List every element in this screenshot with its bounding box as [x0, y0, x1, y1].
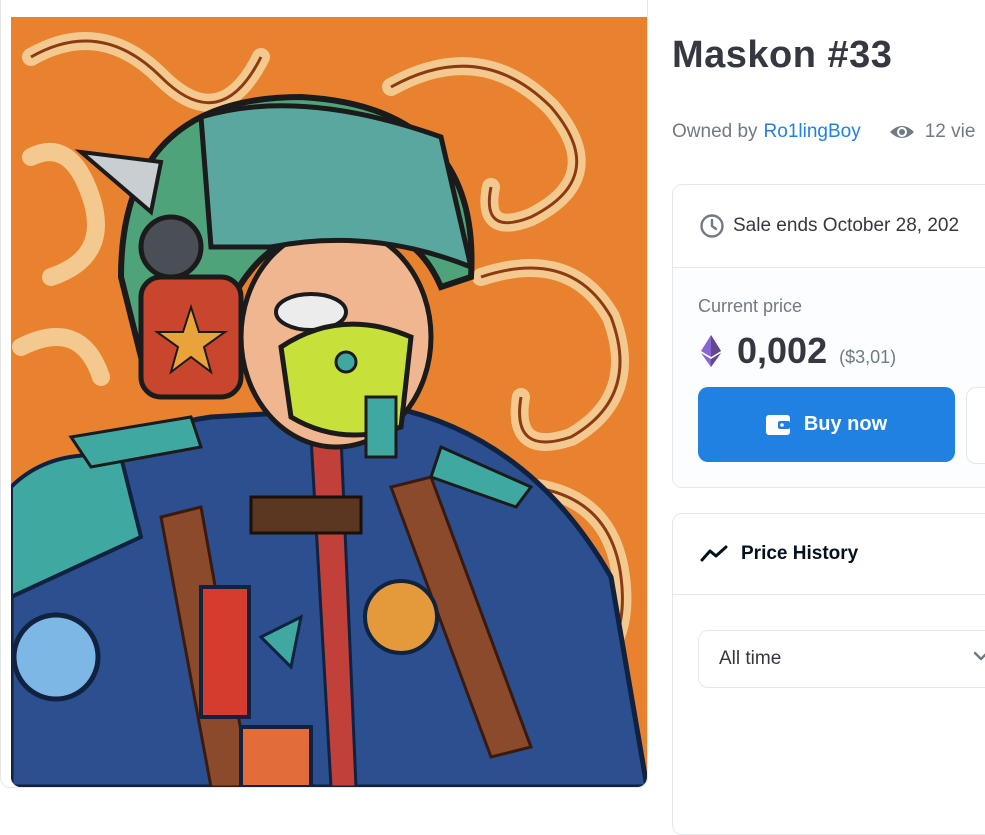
current-price-label: Current price	[698, 296, 803, 316]
pilot-illustration	[11, 17, 647, 787]
ethereum-icon	[701, 335, 721, 367]
eye-icon	[889, 126, 914, 138]
time-range-select[interactable]: All time	[698, 630, 985, 688]
price-history-card: Price History All time	[672, 513, 985, 835]
make-offer-button[interactable]	[966, 387, 985, 464]
views-count: 12 vie	[889, 121, 976, 143]
sale-header: Sale ends October 28, 202	[673, 185, 985, 268]
owner-row: Owned by Ro1lingBoy 12 vie	[672, 121, 975, 143]
time-range-value: All time	[719, 648, 782, 669]
buy-now-label: Buy now	[803, 413, 888, 435]
artwork-card	[0, 0, 648, 788]
sale-card: Sale ends October 28, 202 Current price …	[672, 184, 985, 488]
item-title: Maskon #33	[672, 34, 893, 76]
nft-artwork-image[interactable]	[11, 17, 647, 787]
views-label: 12 vie	[924, 121, 976, 142]
price-usd: ($3,01)	[839, 347, 897, 367]
owner-link[interactable]: Ro1lingBoy	[764, 121, 861, 143]
clock-icon	[700, 214, 724, 238]
price-history-title: Price History	[741, 543, 859, 564]
wallet-icon	[765, 414, 790, 435]
buy-now-button[interactable]: Buy now	[698, 387, 955, 462]
owned-by-label: Owned by	[672, 121, 758, 142]
sale-ends-text: Sale ends October 28, 202	[733, 215, 960, 236]
price-section: Current price 0,002 ($3,01) Buy now	[673, 268, 985, 487]
chart-trend-icon	[700, 545, 728, 562]
price-history-header[interactable]: Price History	[673, 514, 985, 595]
price-row: 0,002 ($3,01)	[701, 330, 896, 372]
chevron-down-icon	[973, 651, 985, 661]
price-value: 0,002	[737, 330, 828, 371]
